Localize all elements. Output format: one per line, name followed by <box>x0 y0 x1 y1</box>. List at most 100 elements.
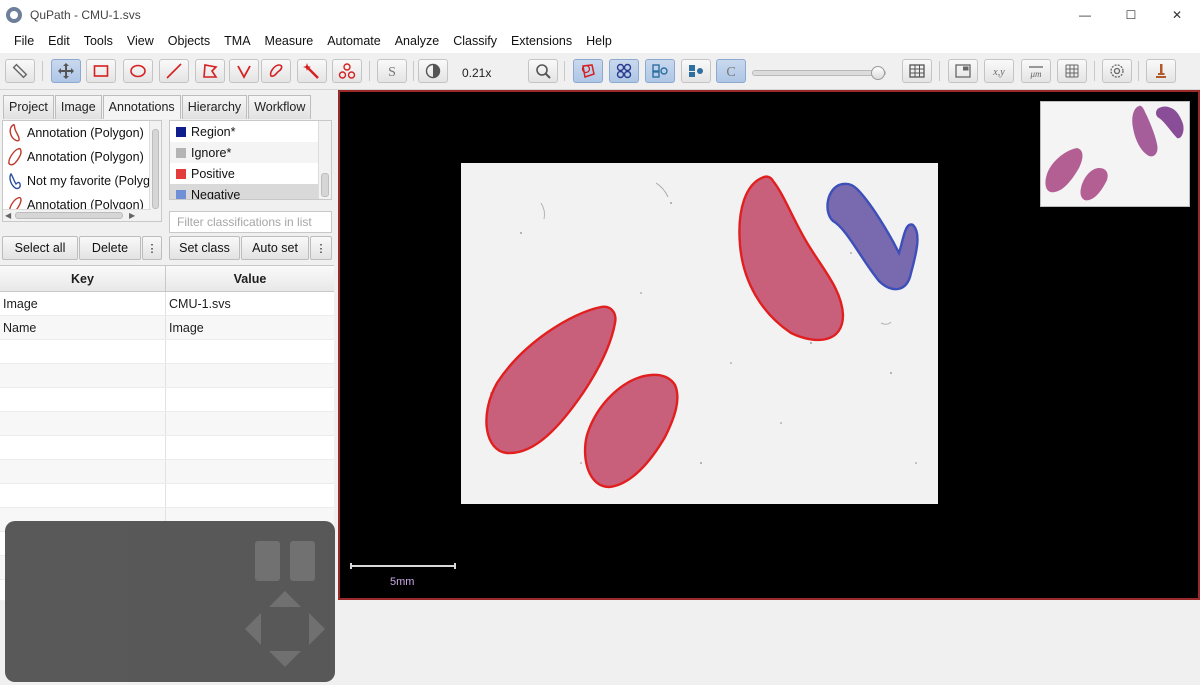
tissue-annotation-positive[interactable] <box>583 373 679 489</box>
grid-button[interactable] <box>1057 59 1087 83</box>
pause-bar-icon[interactable] <box>290 541 315 581</box>
maximize-button[interactable]: ☐ <box>1108 0 1154 30</box>
scalebar-button[interactable]: μm <box>1021 59 1051 83</box>
show-annotations-button[interactable] <box>573 59 603 83</box>
menu-measure[interactable]: Measure <box>258 30 321 53</box>
show-tma-grid-button[interactable] <box>609 59 639 83</box>
arrow-up-icon[interactable] <box>269 591 301 607</box>
annotation-list-horizontal-scrollbar[interactable]: ◀ ▶ <box>3 209 151 221</box>
annotation-list-vertical-scrollbar[interactable] <box>149 121 161 221</box>
column-header-value[interactable]: Value <box>166 266 334 291</box>
line-tool-button[interactable] <box>159 59 189 83</box>
menu-view[interactable]: View <box>120 30 161 53</box>
pause-bar-icon[interactable] <box>255 541 280 581</box>
rectangle-tool-button[interactable] <box>86 59 116 83</box>
annotation-polygon-icon <box>9 172 21 190</box>
fill-detections-button[interactable] <box>681 59 711 83</box>
image-viewer[interactable]: 5mm <box>338 90 1200 600</box>
classification-list-scrollbar[interactable] <box>318 121 331 199</box>
class-color-swatch <box>176 147 186 158</box>
tab-image[interactable]: Image <box>54 95 102 119</box>
menu-tools[interactable]: Tools <box>77 30 120 53</box>
annotation-more-button[interactable]: ⋮ <box>142 236 162 260</box>
menu-edit[interactable]: Edit <box>41 30 77 53</box>
pixel-classification-button[interactable]: C <box>716 59 746 83</box>
column-header-key[interactable]: Key <box>0 266 166 291</box>
toolbar-separator <box>564 61 565 81</box>
ruler-tool-button[interactable] <box>5 59 35 83</box>
cursor-location-button[interactable]: x,y <box>984 59 1014 83</box>
wand-tool-button[interactable] <box>297 59 327 83</box>
classification-list[interactable]: Region* Ignore* Positive Negative <box>169 120 332 200</box>
polygon-tool-button[interactable] <box>195 59 225 83</box>
move-tool-button[interactable] <box>51 59 81 83</box>
class-list-item[interactable]: Negative <box>170 184 331 199</box>
toolbar-separator <box>939 61 940 81</box>
table-row[interactable]: Image CMU-1.svs <box>0 292 334 316</box>
tab-hierarchy[interactable]: Hierarchy <box>181 95 248 119</box>
delete-button[interactable]: Delete <box>79 236 141 260</box>
overview-button[interactable] <box>948 59 978 83</box>
zoom-to-fit-button[interactable] <box>528 59 558 83</box>
scrollbar-thumb[interactable] <box>15 212 123 219</box>
class-color-swatch <box>176 126 186 137</box>
opacity-slider-thumb[interactable] <box>871 66 886 80</box>
tissue-annotation-negative[interactable] <box>826 182 919 291</box>
ellipse-tool-button[interactable] <box>123 59 153 83</box>
menu-analyze[interactable]: Analyze <box>388 30 446 53</box>
set-class-button[interactable]: Set class <box>169 236 240 260</box>
analysis-tabs: Project Image Annotations Hierarchy Work… <box>0 95 312 119</box>
preferences-button[interactable] <box>1102 59 1132 83</box>
polyline-icon <box>237 65 251 79</box>
table-row[interactable]: Name Image <box>0 316 334 340</box>
class-more-button[interactable]: ⋮ <box>310 236 332 260</box>
tab-workflow[interactable]: Workflow <box>248 95 312 119</box>
annotation-list-item[interactable]: Annotation (Polygon) <box>3 121 161 145</box>
slide-image[interactable] <box>461 163 938 504</box>
scroll-left-icon[interactable]: ◀ <box>5 211 11 220</box>
menu-extensions[interactable]: Extensions <box>504 30 579 53</box>
close-button[interactable]: ✕ <box>1154 0 1200 30</box>
selection-mode-button[interactable]: S <box>377 59 407 83</box>
show-detections-button[interactable] <box>645 59 675 83</box>
brush-tool-button[interactable] <box>261 59 291 83</box>
class-list-item[interactable]: Positive <box>170 163 331 184</box>
navigation-overlay[interactable] <box>5 521 335 682</box>
menu-tma[interactable]: TMA <box>217 30 257 53</box>
arrow-down-icon[interactable] <box>269 651 301 667</box>
annotation-list[interactable]: Annotation (Polygon) Annotation (Polygon… <box>2 120 162 222</box>
menu-help[interactable]: Help <box>579 30 619 53</box>
menu-objects[interactable]: Objects <box>161 30 217 53</box>
minimize-button[interactable]: — <box>1062 0 1108 30</box>
select-all-button[interactable]: Select all <box>2 236 78 260</box>
annotation-polygon-icon <box>9 124 20 142</box>
opacity-slider[interactable] <box>752 66 886 80</box>
measurement-table-button[interactable] <box>902 59 932 83</box>
log-button[interactable] <box>1146 59 1176 83</box>
svg-text:C: C <box>726 65 735 80</box>
scrollbar-thumb[interactable] <box>321 173 329 197</box>
menu-file[interactable]: File <box>0 30 41 53</box>
slide-overview-thumbnail[interactable] <box>1040 101 1190 207</box>
class-list-item[interactable]: Ignore* <box>170 142 331 163</box>
tab-project[interactable]: Project <box>3 95 54 119</box>
annotation-list-item[interactable]: Annotation (Polygon) <box>3 145 161 169</box>
auto-set-button[interactable]: Auto set <box>241 236 309 260</box>
polyline-tool-button[interactable] <box>229 59 259 83</box>
tab-annotations[interactable]: Annotations <box>102 95 181 119</box>
measurement-table-icon <box>909 64 925 78</box>
brightness-contrast-button[interactable] <box>418 59 448 83</box>
points-tool-button[interactable] <box>332 59 362 83</box>
annotation-list-item[interactable]: Not my favorite (Polygon) <box>3 169 161 193</box>
menu-classify[interactable]: Classify <box>446 30 504 53</box>
class-filter-input[interactable] <box>169 211 332 233</box>
table-cell-key: Name <box>0 316 166 339</box>
scrollbar-thumb[interactable] <box>152 129 159 209</box>
log-icon <box>1156 64 1166 78</box>
menu-automate[interactable]: Automate <box>320 30 388 53</box>
class-list-item[interactable]: Region* <box>170 121 331 142</box>
window-title: QuPath - CMU-1.svs <box>30 8 141 22</box>
arrow-right-icon[interactable] <box>309 613 325 645</box>
scroll-right-icon[interactable]: ▶ <box>129 211 135 220</box>
arrow-left-icon[interactable] <box>245 613 261 645</box>
